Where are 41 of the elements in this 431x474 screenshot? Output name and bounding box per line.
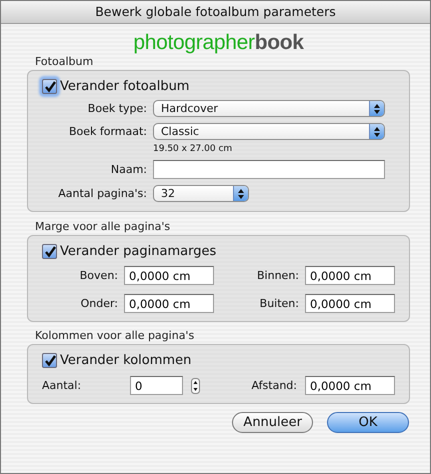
- distance-field[interactable]: 0,0000 cm: [305, 376, 395, 395]
- field-label: Afstand:: [250, 379, 297, 392]
- up-down-arrows-icon: [373, 126, 381, 138]
- field-label: Boek type:: [86, 102, 147, 115]
- margin-field[interactable]: 0,0000 cm: [124, 266, 214, 285]
- margin-field[interactable]: 0,0000 cm: [305, 294, 395, 313]
- size-note: 19.50 x 27.00 cm: [153, 144, 234, 154]
- dropdown[interactable]: Classic: [153, 123, 385, 140]
- field-label: Onder:: [80, 297, 118, 310]
- checkbox-label[interactable]: Verander fotoalbum: [60, 79, 190, 94]
- up-down-arrows-icon: [237, 188, 245, 200]
- group-heading: Kolommen voor alle pagina's: [35, 329, 196, 342]
- checkbox-row[interactable]: Verander paginamarges: [42, 244, 397, 259]
- checkbox-row[interactable]: Verander kolommen: [42, 353, 397, 368]
- field-label: Buiten:: [258, 297, 299, 310]
- checkbox[interactable]: [42, 79, 57, 94]
- stepper-icon[interactable]: [191, 378, 200, 394]
- checkbox-label[interactable]: Verander kolommen: [60, 353, 192, 368]
- dropdown[interactable]: Hardcover: [153, 100, 385, 117]
- group-heading: Marge voor alle pagina's: [35, 220, 172, 233]
- dropdown[interactable]: 32: [153, 185, 249, 202]
- checkbox[interactable]: [42, 353, 57, 368]
- group-heading: Fotoalbum: [35, 55, 94, 68]
- count-field[interactable]: 0: [130, 376, 183, 395]
- checkbox-label[interactable]: Verander paginamarges: [60, 244, 216, 259]
- field-label: Aantal:: [42, 379, 82, 392]
- field-label: Binnen:: [256, 269, 299, 282]
- field-label: Boven:: [78, 269, 118, 282]
- margin-field[interactable]: 0,0000 cm: [305, 266, 395, 285]
- field-label: Boek formaat:: [68, 125, 147, 138]
- dialog-button[interactable]: Annuleer: [232, 412, 313, 433]
- name-field[interactable]: [153, 160, 385, 179]
- field-label: Naam:: [110, 163, 147, 176]
- checkbox-row[interactable]: Verander fotoalbum: [42, 79, 397, 94]
- window-title: Bewerk globale fotoalbum parameters: [1, 1, 430, 24]
- field-label: Aantal pagina's:: [57, 187, 147, 200]
- up-down-arrows-icon: [373, 102, 381, 114]
- logo: photographerbook: [132, 30, 305, 55]
- margin-field[interactable]: 0,0000 cm: [124, 294, 214, 313]
- checkbox[interactable]: [42, 244, 57, 259]
- dialog-button[interactable]: OK: [327, 412, 409, 433]
